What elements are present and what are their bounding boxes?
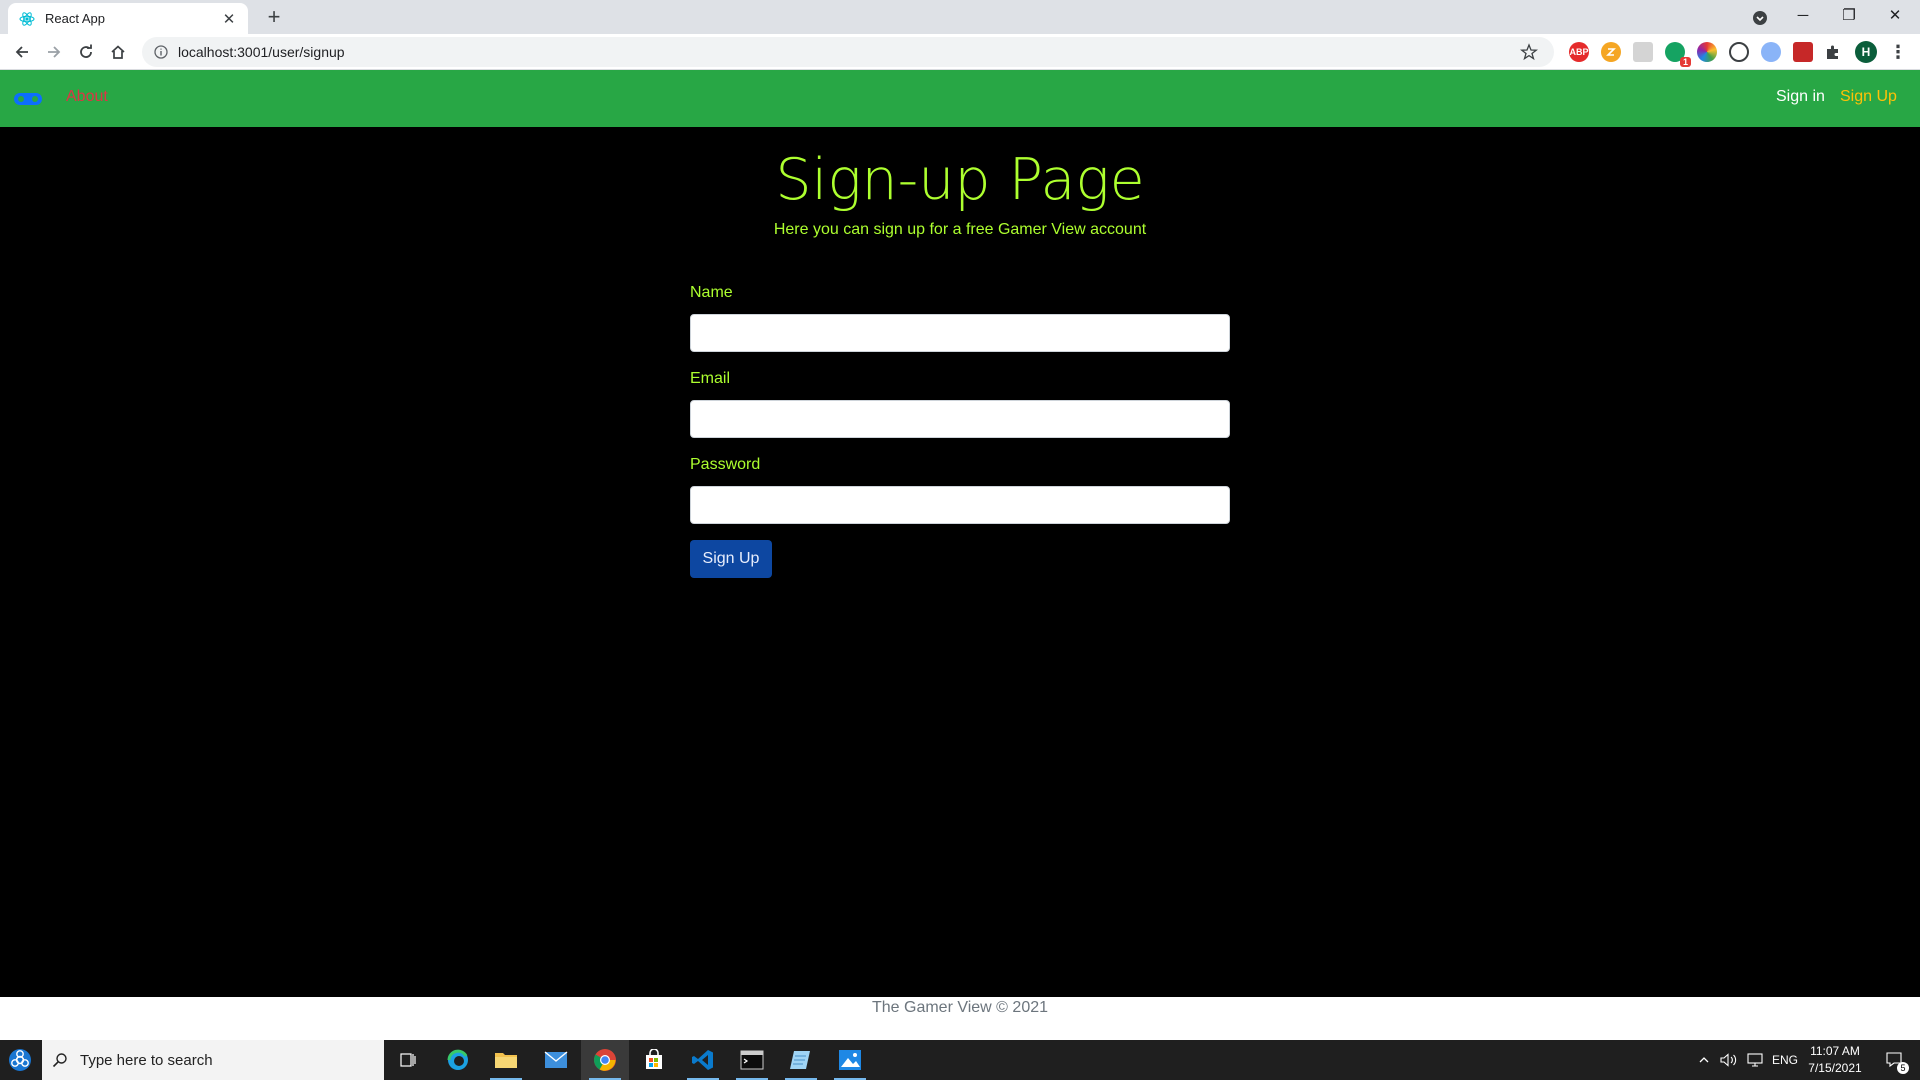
browser-tab[interactable]: React App ✕ xyxy=(8,3,248,34)
speaker-icon xyxy=(1720,1053,1737,1067)
window-close-button[interactable]: ✕ xyxy=(1872,0,1918,30)
tab-search-button[interactable] xyxy=(1748,6,1772,30)
footer-text: The Gamer View © 2021 xyxy=(871,999,1049,1016)
clock-time: 11:07 AM xyxy=(1810,1044,1860,1058)
network-button[interactable] xyxy=(1746,1040,1764,1080)
chevron-up-icon xyxy=(1699,1057,1709,1063)
arrow-right-icon xyxy=(48,46,61,58)
taskbar-terminal[interactable] xyxy=(728,1040,776,1080)
main-content: Sign-up Page Here you can sign up for a … xyxy=(0,127,1920,997)
browser-toolbar: localhost:3001/user/signup ABP 1 H ⋮ xyxy=(0,34,1920,70)
back-button[interactable] xyxy=(8,38,36,66)
volume-button[interactable] xyxy=(1720,1040,1738,1080)
email-input[interactable] xyxy=(690,400,1230,438)
taskbar-mail[interactable] xyxy=(532,1040,580,1080)
show-hidden-icons-button[interactable] xyxy=(1698,1040,1710,1080)
extensions-puzzle-icon[interactable] xyxy=(1823,42,1843,62)
tab-close-icon[interactable]: ✕ xyxy=(220,10,238,28)
puzzle-extension-icon[interactable] xyxy=(1633,42,1653,62)
start-button[interactable] xyxy=(0,1040,40,1080)
home-button[interactable] xyxy=(104,38,132,66)
name-input[interactable] xyxy=(690,314,1230,352)
react-logo-icon xyxy=(19,11,35,27)
info-icon[interactable] xyxy=(154,45,168,59)
task-view-button[interactable] xyxy=(384,1040,432,1080)
feather-extension-icon[interactable] xyxy=(1761,42,1781,62)
notepad-icon xyxy=(790,1051,810,1069)
honey-extension-icon[interactable] xyxy=(1601,42,1621,62)
biohazard-start-icon xyxy=(9,1049,31,1071)
taskbar-store[interactable] xyxy=(630,1040,678,1080)
windows-taskbar: Type here to search ENG 11:07 AM 7/15/20… xyxy=(0,1040,1920,1080)
taskbar-search-placeholder: Type here to search xyxy=(80,1051,213,1069)
chrome-icon xyxy=(594,1049,616,1071)
home-icon xyxy=(111,45,125,59)
nav-link-sign-up[interactable]: Sign Up xyxy=(1840,88,1897,106)
terminal-icon xyxy=(740,1050,764,1070)
nav-link-sign-in[interactable]: Sign in xyxy=(1776,88,1825,106)
photos-icon xyxy=(839,1050,861,1070)
mail-icon xyxy=(544,1051,568,1068)
password-input[interactable] xyxy=(690,486,1230,524)
bookmark-star-icon[interactable] xyxy=(1520,43,1538,66)
task-view-icon xyxy=(400,1053,416,1067)
url-text[interactable]: localhost:3001/user/signup xyxy=(178,44,345,60)
vscode-icon xyxy=(692,1050,713,1070)
grammarly-extension-icon[interactable]: 1 xyxy=(1665,42,1691,67)
color-picker-extension-icon[interactable] xyxy=(1697,42,1717,62)
browser-tab-strip: React App ✕ + ─ ❐ ✕ xyxy=(0,0,1920,34)
taskbar-file-explorer[interactable] xyxy=(482,1040,530,1080)
window-restore-button[interactable]: ❐ xyxy=(1826,0,1872,30)
notification-count-badge: 5 xyxy=(1897,1062,1909,1074)
store-icon xyxy=(646,1049,662,1069)
red-extension-icon[interactable] xyxy=(1793,42,1813,62)
new-tab-button[interactable]: + xyxy=(260,4,288,32)
speed-extension-icon[interactable] xyxy=(1729,42,1749,62)
chevron-down-circle-icon xyxy=(1753,11,1767,25)
profile-avatar[interactable]: H xyxy=(1855,41,1877,63)
clock-date: 7/15/2021 xyxy=(1808,1061,1862,1075)
action-center-button[interactable]: 5 xyxy=(1880,1040,1910,1080)
password-label: Password xyxy=(690,456,761,473)
folder-icon xyxy=(495,1053,517,1068)
sign-up-button[interactable]: Sign Up xyxy=(690,540,772,578)
search-icon xyxy=(52,1053,67,1068)
address-bar[interactable]: localhost:3001/user/signup xyxy=(142,37,1554,67)
browser-menu-icon[interactable]: ⋮ xyxy=(1888,42,1908,62)
forward-button[interactable] xyxy=(40,38,68,66)
taskbar-edge[interactable] xyxy=(434,1040,482,1080)
edge-icon xyxy=(447,1049,468,1070)
app-navbar: About Sign in Sign Up xyxy=(0,70,1920,127)
tab-title: React App xyxy=(45,11,105,26)
taskbar-photos[interactable] xyxy=(826,1040,874,1080)
network-icon xyxy=(1747,1053,1763,1067)
taskbar-vscode[interactable] xyxy=(679,1040,727,1080)
taskbar-notes-app[interactable] xyxy=(777,1040,825,1080)
taskbar-chrome[interactable] xyxy=(581,1040,629,1080)
adblock-plus-extension-icon[interactable]: ABP xyxy=(1569,42,1589,62)
taskbar-search-box[interactable]: Type here to search xyxy=(42,1040,384,1080)
input-language-indicator[interactable]: ENG xyxy=(1772,1040,1798,1080)
extension-badge: 1 xyxy=(1679,57,1691,67)
reload-icon xyxy=(80,44,92,58)
taskbar-clock[interactable]: 11:07 AM 7/15/2021 xyxy=(1800,1043,1870,1077)
window-minimize-button[interactable]: ─ xyxy=(1780,0,1826,30)
page-title: Sign-up Page xyxy=(775,147,1145,213)
page-footer: The Gamer View © 2021 xyxy=(0,997,1920,1040)
reload-button[interactable] xyxy=(72,38,100,66)
gamepad-logo-icon[interactable] xyxy=(14,92,42,111)
nav-link-about[interactable]: About xyxy=(66,88,108,106)
arrow-left-icon xyxy=(15,46,28,58)
email-label: Email xyxy=(690,370,731,387)
name-label: Name xyxy=(690,284,733,301)
page-subtitle: Here you can sign up for a free Gamer Vi… xyxy=(773,221,1147,238)
